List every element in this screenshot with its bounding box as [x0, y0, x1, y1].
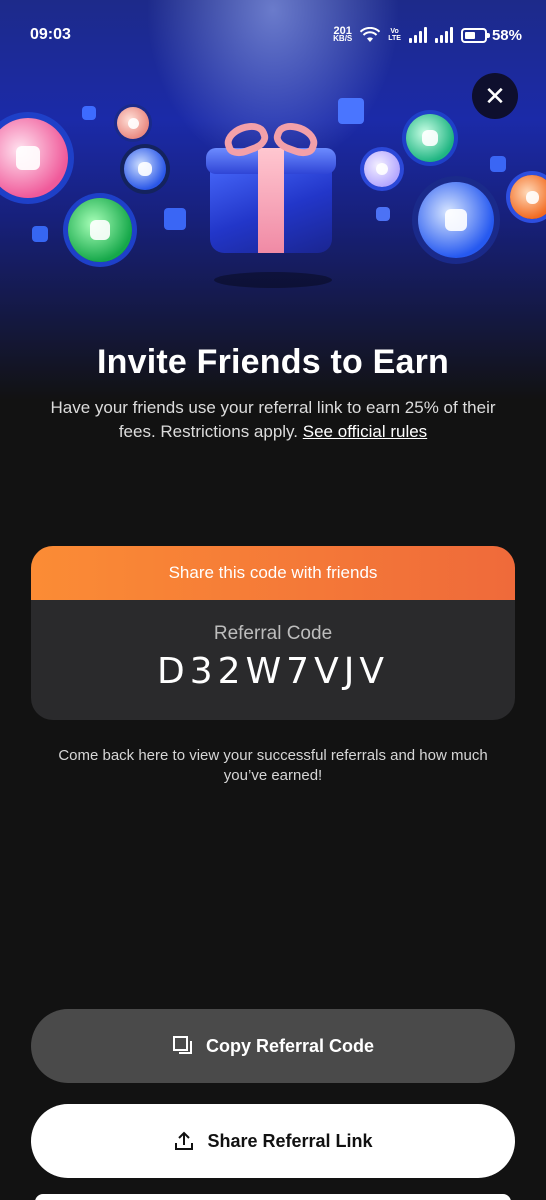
decor-bubble-blue-large: [418, 182, 494, 258]
copy-icon: [172, 1035, 194, 1057]
referral-code-value: D32W7VJV: [157, 651, 389, 692]
decor-bubble-peach: [117, 107, 149, 139]
decor-chip: [338, 98, 364, 124]
close-icon: ✕: [484, 80, 506, 111]
signal-icon: [408, 27, 427, 43]
battery-indicator: 58%: [460, 26, 522, 44]
page-title: Invite Friends to Earn: [96, 343, 450, 381]
signal-icon-2: [434, 27, 453, 43]
status-time: 09:03: [30, 26, 71, 43]
volte-indicator: Vo LTE: [388, 28, 401, 42]
copy-referral-code-button[interactable]: Copy Referral Code: [31, 1009, 515, 1083]
copy-button-label: Copy Referral Code: [205, 1035, 375, 1056]
gift-shadow: [214, 272, 332, 288]
status-bar: 09:03 201 KB/S Vo LTE 58%: [0, 0, 546, 70]
referrals-note: Come back here to view your successful r…: [58, 747, 488, 784]
close-button[interactable]: ✕: [472, 73, 518, 119]
official-rules-link[interactable]: See official rules: [303, 422, 427, 441]
decor-bubble-lavender: [364, 151, 400, 187]
referral-code-label: Referral Code: [213, 623, 333, 644]
share-icon: [173, 1130, 195, 1152]
page-subtitle: Have your friends use your referral link…: [30, 396, 516, 444]
decor-chip: [376, 207, 390, 221]
gift-icon: [206, 117, 336, 258]
decor-chip: [32, 226, 48, 242]
subtitle-text: Have your friends use your referral link…: [50, 398, 496, 441]
network-speed: 201 KB/S: [333, 25, 353, 43]
decor-bubble-green: [68, 198, 132, 262]
decor-chip: [490, 156, 506, 172]
decor-bubble-teal: [406, 114, 454, 162]
code-card-header: Share this code with friends: [31, 546, 515, 600]
decor-bubble-blue-small: [124, 148, 166, 190]
decor-chip: [82, 106, 96, 120]
decor-bubble-orange: [510, 175, 546, 219]
share-referral-link-button[interactable]: Share Referral Link: [31, 1104, 515, 1178]
battery-percent: 58%: [491, 26, 522, 44]
bottom-sheet-edge: [35, 1194, 511, 1200]
decor-chip: [164, 208, 186, 230]
share-button-label: Share Referral Link: [207, 1130, 373, 1151]
referral-code-card: Share this code with friends Referral Co…: [31, 546, 515, 720]
wifi-icon: [360, 27, 381, 42]
battery-icon: [460, 27, 490, 43]
